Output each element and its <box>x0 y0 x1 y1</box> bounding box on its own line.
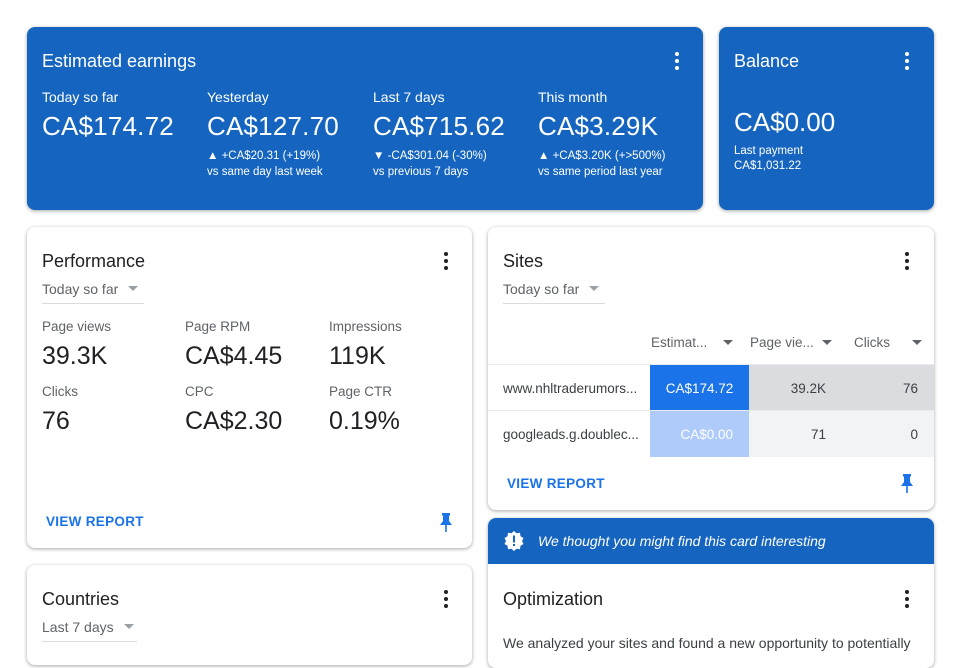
estimated-earnings-cell: CA$174.72 <box>650 365 749 411</box>
balance-title: Balance <box>734 51 800 71</box>
metric-value: CA$2.30 <box>185 407 283 435</box>
metric-value: 0.19% <box>329 407 400 435</box>
metric-value: CA$4.45 <box>185 342 283 370</box>
metric-value: 119K <box>329 342 386 370</box>
metric-label: Page RPM <box>185 319 251 334</box>
sites-view-report-link[interactable]: VIEW REPORT <box>507 476 605 491</box>
sites-more-icon[interactable] <box>895 249 919 273</box>
sort-icon <box>912 339 922 345</box>
metric-label: CPC <box>185 384 214 399</box>
chevron-down-icon <box>128 286 139 291</box>
table-row[interactable]: www.nhltraderumors... CA$174.72 39.2K 76 <box>488 364 934 411</box>
banner-text: We thought you might find this card inte… <box>538 533 826 549</box>
metric-value: 76 <box>42 407 70 435</box>
site-name[interactable]: googleads.g.doublec... <box>503 411 648 457</box>
sites-title: Sites <box>503 251 544 271</box>
estimated-earnings-cell: CA$0.00 <box>650 411 749 457</box>
recommendation-banner: We thought you might find this card inte… <box>488 518 934 564</box>
earnings-delta: ▲ +CA$20.31 (+19%) <box>207 150 321 162</box>
earnings-value: CA$174.72 <box>42 111 174 141</box>
alert-badge-icon <box>504 531 524 551</box>
countries-card: Countries Last 7 days <box>27 565 472 665</box>
earnings-yesterday: Yesterday CA$127.70 ▲ +CA$20.31 (+19%) v… <box>207 89 367 180</box>
performance-view-report-link[interactable]: VIEW REPORT <box>46 514 144 529</box>
sort-icon <box>821 339 832 345</box>
column-estimated-earnings[interactable]: Estimat... <box>651 327 734 357</box>
performance-range-dropdown[interactable]: Today so far <box>42 274 144 304</box>
performance-title: Performance <box>42 251 146 271</box>
estimated-earnings-card: Estimated earnings Today so far CA$174.7… <box>27 27 703 210</box>
chevron-down-icon <box>589 286 600 291</box>
page-views-cell: 71 <box>749 411 848 457</box>
pin-icon[interactable] <box>899 473 915 495</box>
earnings-this-month: This month CA$3.29K ▲ +CA$3.20K (+>500%)… <box>538 89 703 180</box>
optimization-more-icon[interactable] <box>895 587 919 611</box>
countries-title: Countries <box>42 589 120 609</box>
performance-more-icon[interactable] <box>434 249 458 273</box>
column-label: Estimat... <box>651 334 708 350</box>
table-row[interactable]: googleads.g.doublec... CA$0.00 71 0 <box>488 410 934 457</box>
chevron-down-icon <box>123 624 134 629</box>
metric-page-ctr: Page CTR 0.19% <box>329 384 469 436</box>
earnings-last-7-days: Last 7 days CA$715.62 ▼ -CA$301.04 (-30%… <box>373 89 533 180</box>
sort-icon <box>723 339 734 345</box>
earnings-label: This month <box>538 89 608 105</box>
metric-label: Impressions <box>329 319 402 334</box>
earnings-compare: vs same day last week <box>207 166 323 178</box>
sites-table-header: Estimat... Page vie... Clicks <box>488 327 934 363</box>
metric-label: Clicks <box>42 384 78 399</box>
earnings-value: CA$3.29K <box>538 111 659 141</box>
page-views-cell: 39.2K <box>749 365 848 411</box>
metric-clicks: Clicks 76 <box>42 384 182 436</box>
metric-label: Page views <box>42 319 112 334</box>
last-payment-value: CA$1,031.22 <box>734 160 802 172</box>
range-label: Today so far <box>42 280 119 297</box>
column-label: Page vie... <box>750 334 814 350</box>
earnings-compare: vs previous 7 days <box>373 166 469 178</box>
clicks-cell: 76 <box>848 365 934 411</box>
earnings-delta: ▲ +CA$3.20K (+>500%) <box>538 150 666 162</box>
countries-more-icon[interactable] <box>434 587 458 611</box>
earnings-compare: vs same period last year <box>538 166 663 178</box>
balance-more-icon[interactable] <box>895 49 919 73</box>
performance-card: Performance Today so far Page views 39.3… <box>27 227 472 548</box>
earnings-label: Yesterday <box>207 89 269 105</box>
balance-value: CA$0.00 <box>734 107 836 137</box>
range-label: Today so far <box>503 280 580 297</box>
optimization-card: We thought you might find this card inte… <box>488 518 934 668</box>
earnings-label: Today so far <box>42 89 119 105</box>
earnings-title: Estimated earnings <box>42 51 197 71</box>
column-clicks[interactable]: Clicks <box>854 327 922 357</box>
sites-range-dropdown[interactable]: Today so far <box>503 274 605 304</box>
metric-cpc: CPC CA$2.30 <box>185 384 325 436</box>
earnings-value: CA$127.70 <box>207 111 339 141</box>
range-label: Last 7 days <box>42 618 114 635</box>
earnings-value: CA$715.62 <box>373 111 505 141</box>
optimization-body-text: We analyzed your sites and found a new o… <box>503 635 911 651</box>
site-name[interactable]: www.nhltraderumors... <box>503 365 648 411</box>
pin-icon[interactable] <box>438 512 454 534</box>
countries-range-dropdown[interactable]: Last 7 days <box>42 612 137 642</box>
clicks-cell: 0 <box>848 411 934 457</box>
sites-card: Sites Today so far Estimat... Page vie..… <box>488 227 934 510</box>
metric-value: 39.3K <box>42 342 108 370</box>
metric-page-views: Page views 39.3K <box>42 319 182 371</box>
column-label: Clicks <box>854 334 890 350</box>
earnings-today: Today so far CA$174.72 <box>42 89 202 142</box>
optimization-title: Optimization <box>503 589 604 609</box>
metric-label: Page CTR <box>329 384 393 399</box>
balance-card: Balance CA$0.00 Last payment CA$1,031.22 <box>719 27 934 210</box>
column-page-views[interactable]: Page vie... <box>750 327 832 357</box>
metric-impressions: Impressions 119K <box>329 319 469 371</box>
metric-page-rpm: Page RPM CA$4.45 <box>185 319 325 371</box>
last-payment-label: Last payment <box>734 145 804 157</box>
earnings-more-icon[interactable] <box>665 49 689 73</box>
earnings-label: Last 7 days <box>373 89 445 105</box>
earnings-delta: ▼ -CA$301.04 (-30%) <box>373 150 487 162</box>
